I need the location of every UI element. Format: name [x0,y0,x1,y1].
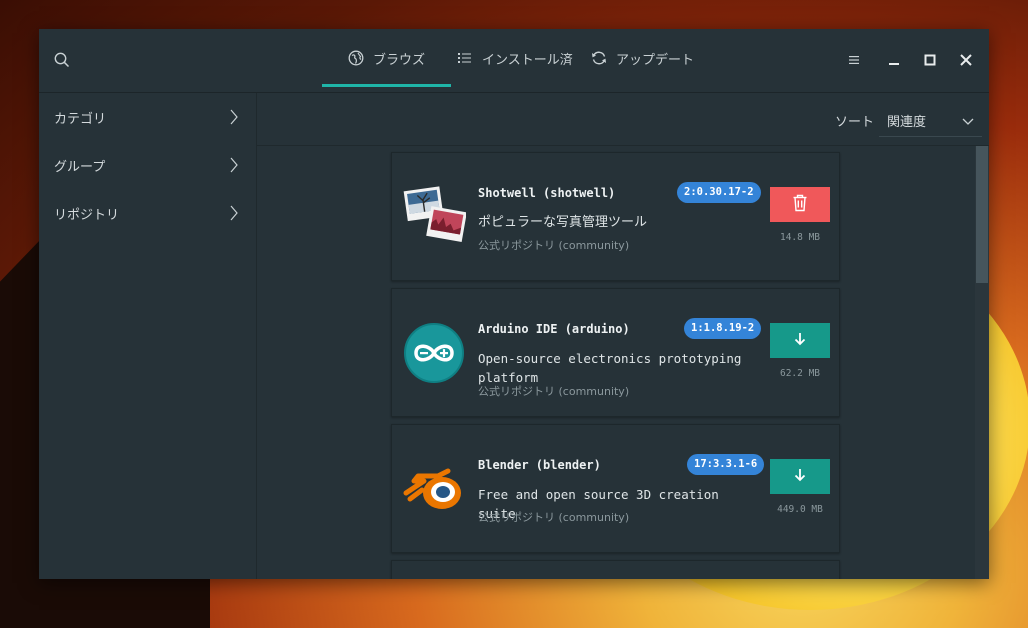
tab-browse-label: ブラウズ [373,52,426,68]
version-badge: 17:3.3.1-6 [687,454,765,475]
chevron-right-icon [229,109,239,125]
sort-dropdown[interactable]: 関連度 [879,101,982,137]
package-repo: 公式リポジトリ (community) [478,511,630,524]
app-window: ブラウズ インストール済 アップデート カテゴリ グループ リポジトリ ソート … [39,29,989,579]
package-card-shotwell[interactable]: Shotwell (shotwell) 2:0.30.17-2 ポピュラーな写真… [391,152,840,281]
sidebar-item-categories[interactable]: カテゴリ [39,93,256,141]
package-name: Shotwell (shotwell) [478,186,616,200]
sidebar-item-label: リポジトリ [54,207,120,223]
chevron-right-icon [229,157,239,173]
header-bar: ブラウズ インストール済 アップデート [39,29,989,93]
tab-updates[interactable]: アップデート [591,29,694,87]
package-card-next[interactable] [391,560,840,579]
scrollbar-thumb[interactable] [976,146,988,283]
package-card-blender[interactable]: Blender (blender) 17:3.3.1-6 Free and op… [391,424,840,553]
refresh-icon [591,50,607,66]
sidebar: カテゴリ グループ リポジトリ [39,93,257,579]
package-description: Open-source electronics prototyping plat… [478,351,742,385]
sidebar-item-label: グループ [54,159,106,175]
package-repo: 公式リポジトリ (community) [478,239,630,252]
sort-label: ソート [835,115,875,130]
tab-installed-label: インストール済 [482,52,573,68]
hamburger-menu-icon[interactable] [845,51,863,69]
search-icon[interactable] [53,51,71,69]
sidebar-item-groups[interactable]: グループ [39,141,256,189]
package-size: 449.0 MB [777,504,823,515]
package-card-arduino[interactable]: Arduino IDE (arduino) 1:1.8.19-2 Open-so… [391,288,840,417]
chevron-right-icon [229,205,239,221]
maximize-icon[interactable] [921,51,939,69]
package-name: Arduino IDE (arduino) [478,322,630,336]
package-description: ポピュラーな写真管理ツール [478,215,648,230]
tab-installed[interactable]: インストール済 [457,29,573,87]
install-button[interactable] [770,323,830,358]
tab-updates-label: アップデート [616,52,695,68]
arduino-icon [402,321,466,385]
package-size: 14.8 MB [779,232,821,243]
list-icon [457,50,473,66]
install-button[interactable] [770,459,830,494]
download-arrow-icon [792,331,808,351]
package-list-pane: ソート 関連度 Shotwell (shotwell) 2:0.30.17-2 … [257,93,989,579]
package-size: 62.2 MB [779,368,821,379]
sidebar-item-label: カテゴリ [54,111,107,127]
sort-value: 関連度 [887,115,927,130]
trash-icon [792,194,808,216]
tab-browse[interactable]: ブラウズ [321,29,452,87]
remove-button[interactable] [770,187,830,222]
globe-icon [348,50,364,66]
minimize-icon[interactable] [885,51,903,69]
blender-icon [402,457,466,521]
package-name: Blender (blender) [478,458,601,472]
download-arrow-icon [792,467,808,487]
shotwell-icon [402,183,467,247]
version-badge: 1:1.8.19-2 [684,318,762,339]
chevron-down-icon [962,115,974,125]
sort-bar: ソート 関連度 [257,93,989,146]
version-badge: 2:0.30.17-2 [677,182,761,203]
package-repo: 公式リポジトリ (community) [478,385,630,398]
close-icon[interactable] [957,51,975,69]
sidebar-item-repositories[interactable]: リポジトリ [39,189,256,237]
